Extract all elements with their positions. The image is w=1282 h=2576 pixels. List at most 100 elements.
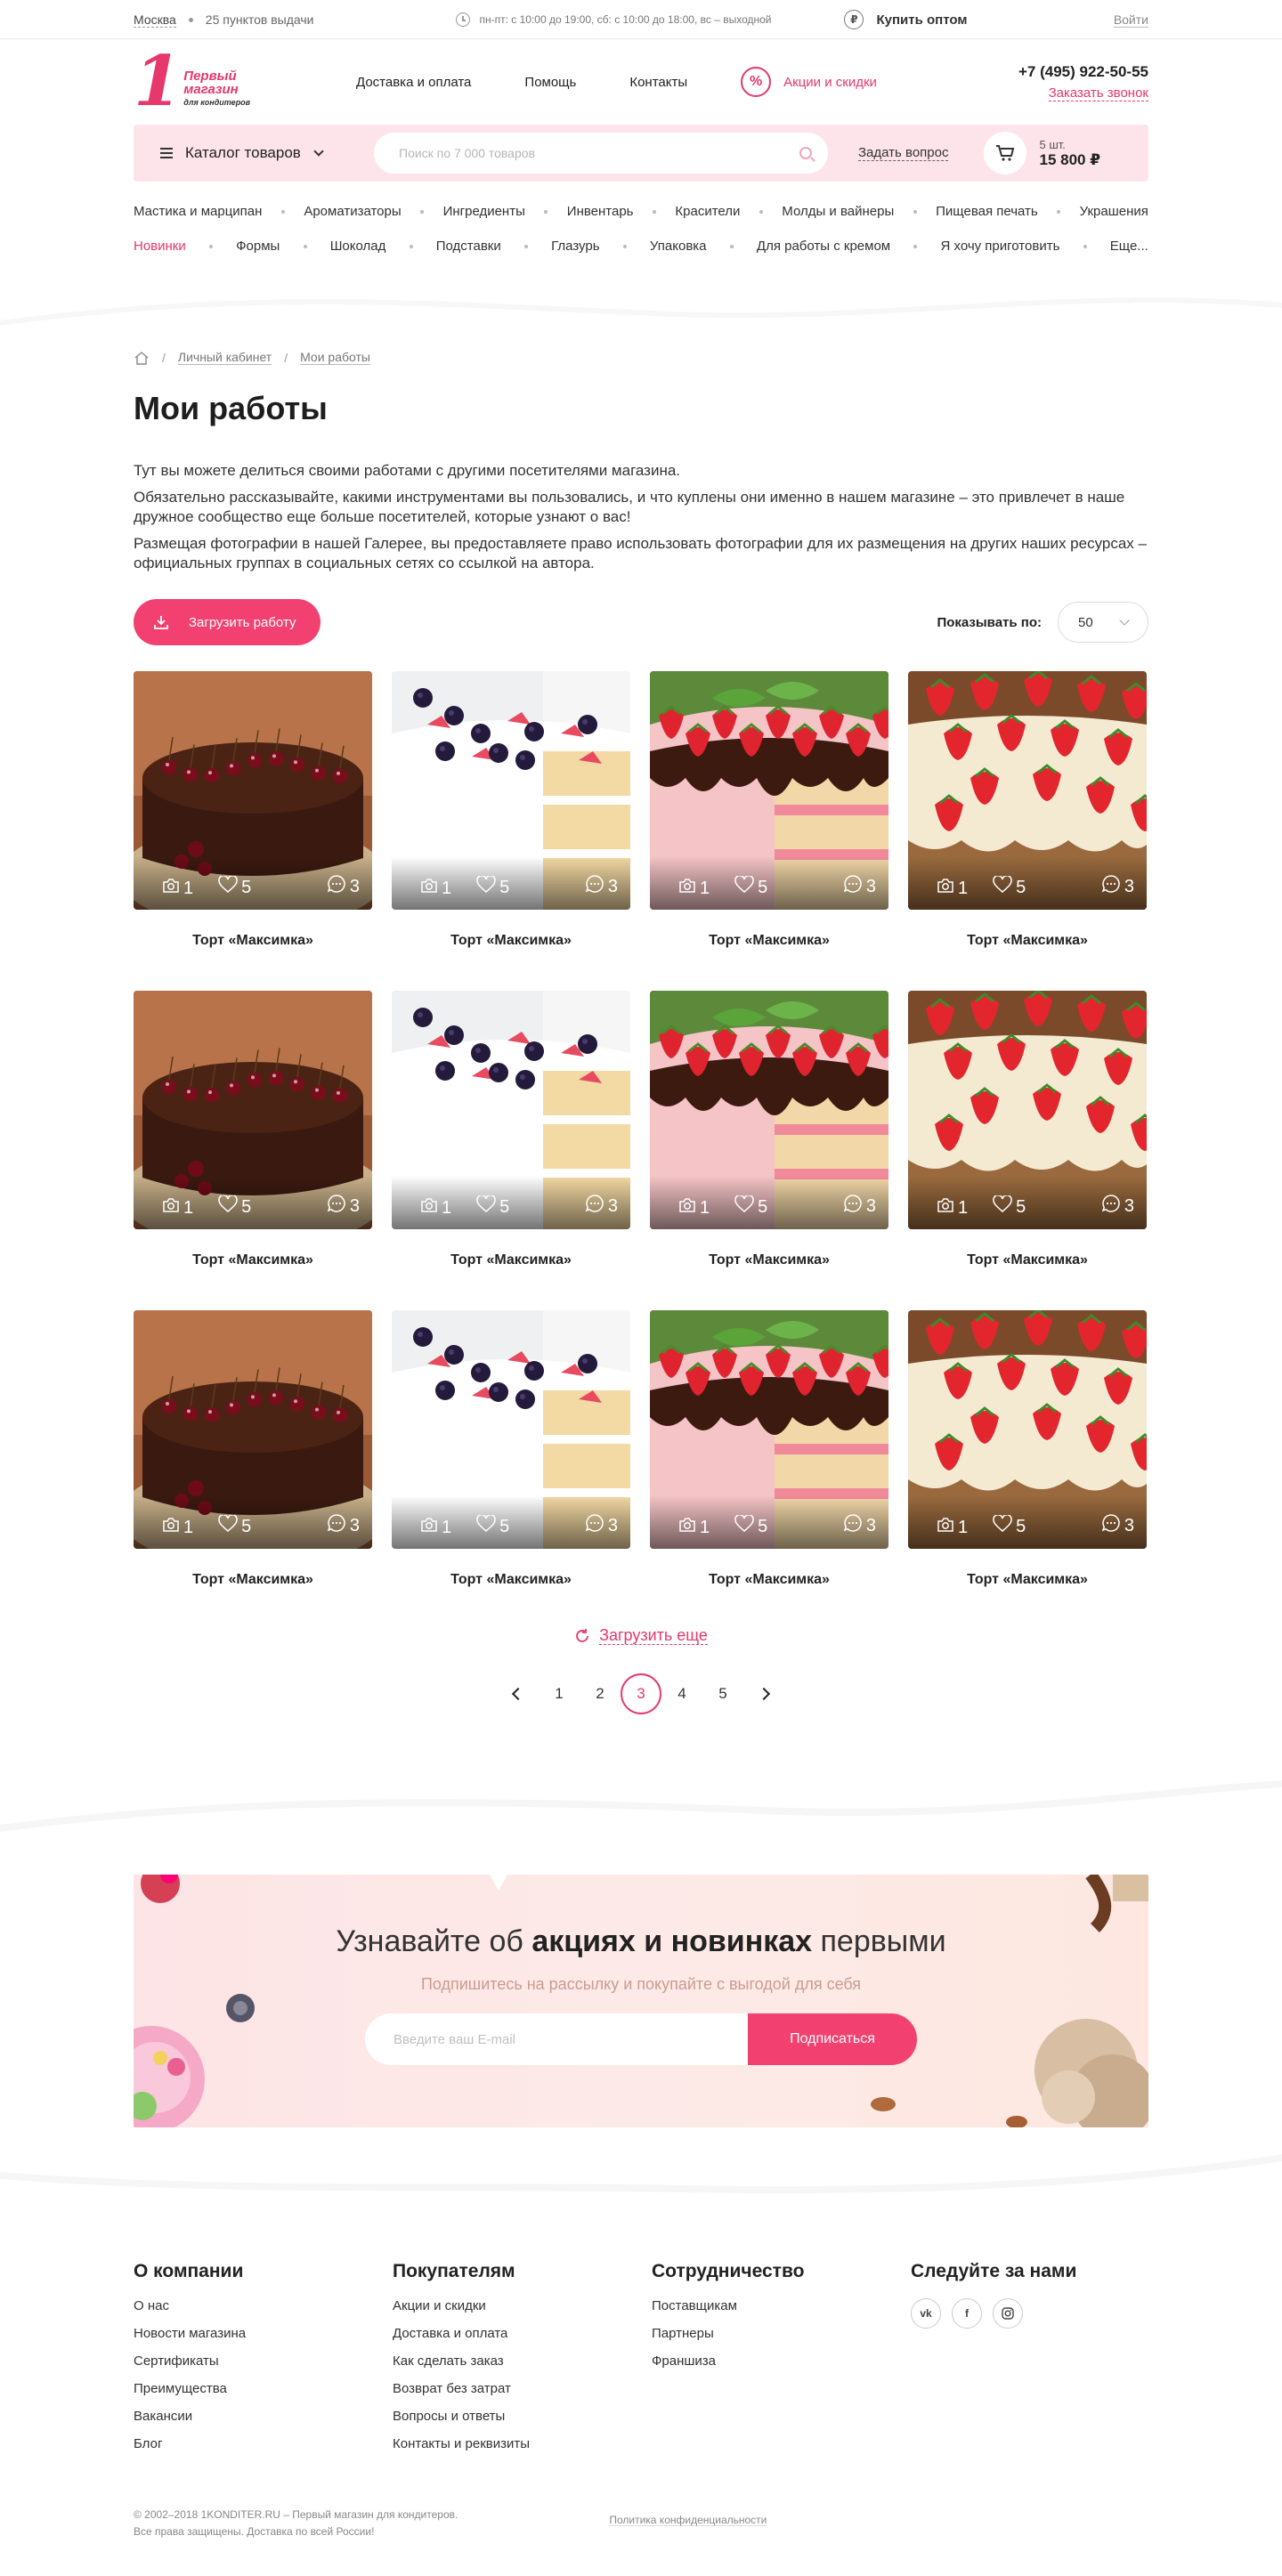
cart-button[interactable]: 5 шт. 15 800 ₽ [984, 132, 1100, 174]
page-button[interactable]: 4 [661, 1673, 702, 1714]
footer-link[interactable]: Партнеры [652, 2326, 714, 2341]
likes-count[interactable]: 5 [218, 1194, 251, 1219]
work-photo[interactable]: 1 5 3 [908, 1310, 1147, 1549]
pickup-points-link[interactable]: 25 пунктов выдачи [206, 12, 314, 27]
category-link[interactable]: Упаковка [650, 239, 707, 254]
work-photo[interactable]: 1 5 3 [392, 1310, 630, 1549]
likes-count[interactable]: 5 [993, 1513, 1026, 1538]
work-card[interactable]: 1 5 3 Торт «Максимка» [392, 671, 630, 991]
per-page-select[interactable]: 50 [1058, 602, 1148, 643]
category-link[interactable]: Ароматизаторы [304, 204, 401, 219]
promo-link[interactable]: % Акции и скидки [741, 67, 877, 97]
wholesale-link[interactable]: ₽ Купить оптом [844, 10, 967, 29]
work-photo[interactable]: 1 5 3 [908, 991, 1147, 1229]
category-link[interactable]: Мастика и марципан [134, 204, 262, 219]
footer-link[interactable]: Франшиза [652, 2353, 716, 2369]
likes-count[interactable]: 5 [476, 1194, 509, 1219]
footer-link[interactable]: Поставщикам [652, 2298, 737, 2313]
work-card[interactable]: 1 5 3 Торт «Максимка» [908, 991, 1147, 1310]
work-title[interactable]: Торт «Максимка» [134, 1252, 372, 1268]
category-link[interactable]: Шоколад [330, 239, 386, 254]
comments-count[interactable]: 3 [1101, 1513, 1134, 1538]
likes-count[interactable]: 5 [476, 874, 509, 899]
category-link[interactable]: Формы [236, 239, 280, 254]
facebook-icon[interactable]: f [952, 2298, 982, 2329]
work-title[interactable]: Торт «Максимка» [134, 933, 372, 949]
comments-count[interactable]: 3 [1101, 1194, 1134, 1219]
breadcrumb-account[interactable]: Личный кабинет [177, 351, 272, 365]
work-title[interactable]: Торт «Максимка» [650, 1252, 888, 1268]
comments-count[interactable]: 3 [843, 874, 876, 899]
work-card[interactable]: 1 5 3 Торт «Максимка» [134, 1310, 372, 1630]
page-button[interactable]: 5 [702, 1673, 743, 1714]
page-button[interactable]: 2 [580, 1673, 621, 1714]
comments-count[interactable]: 3 [585, 1513, 618, 1538]
work-photo[interactable]: 1 5 3 [908, 671, 1147, 910]
footer-link[interactable]: Как сделать заказ [393, 2353, 504, 2369]
comments-count[interactable]: 3 [327, 874, 360, 899]
work-photo[interactable]: 1 5 3 [134, 671, 372, 910]
category-link[interactable]: Ингредиенты [443, 204, 525, 219]
category-link[interactable]: Молды и вайнеры [782, 204, 894, 219]
work-card[interactable]: 1 5 3 Торт «Максимка» [650, 671, 888, 991]
page-button[interactable]: 1 [539, 1673, 580, 1714]
work-card[interactable]: 1 5 3 Торт «Максимка» [134, 991, 372, 1310]
footer-link[interactable]: Контакты и реквизиты [393, 2436, 530, 2451]
work-card[interactable]: 1 5 3 Торт «Максимка» [392, 991, 630, 1310]
comments-count[interactable]: 3 [585, 874, 618, 899]
instagram-icon[interactable] [993, 2298, 1023, 2329]
catalog-button[interactable]: Каталог товаров [160, 144, 374, 162]
category-link[interactable]: Красители [675, 204, 740, 219]
likes-count[interactable]: 5 [218, 874, 251, 899]
work-photo[interactable]: 1 5 3 [392, 671, 630, 910]
city-selector[interactable]: Москва [134, 12, 176, 28]
category-link[interactable]: Я хочу приготовить [940, 239, 1059, 254]
category-link[interactable]: Подставки [436, 239, 501, 254]
home-icon[interactable] [134, 351, 150, 365]
privacy-link[interactable]: Политика конфиденциальности [609, 2512, 767, 2526]
category-link[interactable]: Пищевая печать [936, 204, 1038, 219]
footer-link[interactable]: Доставка и оплата [393, 2326, 507, 2341]
work-card[interactable]: 1 5 3 Торт «Максимка» [134, 671, 372, 991]
work-card[interactable]: 1 5 3 Торт «Максимка» [392, 1310, 630, 1630]
footer-link[interactable]: Новости магазина [134, 2326, 246, 2341]
comments-count[interactable]: 3 [327, 1513, 360, 1538]
work-title[interactable]: Торт «Максимка» [392, 1572, 630, 1588]
comments-count[interactable]: 3 [1101, 874, 1134, 899]
work-photo[interactable]: 1 5 3 [650, 1310, 888, 1549]
work-card[interactable]: 1 5 3 Торт «Максимка» [650, 991, 888, 1310]
work-photo[interactable]: 1 5 3 [650, 991, 888, 1229]
prev-page-button[interactable] [498, 1673, 539, 1714]
ask-question-link[interactable]: Задать вопрос [858, 145, 949, 161]
comments-count[interactable]: 3 [327, 1194, 360, 1219]
comments-count[interactable]: 3 [585, 1194, 618, 1219]
vk-icon[interactable]: vk [911, 2298, 941, 2329]
work-title[interactable]: Торт «Максимка» [650, 1572, 888, 1588]
footer-link[interactable]: О нас [134, 2298, 169, 2313]
category-link[interactable]: Украшения [1080, 204, 1148, 219]
footer-link[interactable]: Вопросы и ответы [393, 2409, 505, 2424]
footer-link[interactable]: Акции и скидки [393, 2298, 486, 2313]
footer-link[interactable]: Блог [134, 2436, 162, 2451]
work-title[interactable]: Торт «Максимка» [650, 933, 888, 949]
work-card[interactable]: 1 5 3 Торт «Максимка» [908, 671, 1147, 991]
phone-number[interactable]: +7 (495) 922-50-55 [1018, 63, 1148, 81]
footer-link[interactable]: Сертификаты [134, 2353, 219, 2369]
nav-contacts[interactable]: Контакты [629, 75, 687, 90]
work-card[interactable]: 1 5 3 Торт «Максимка» [908, 1310, 1147, 1630]
work-title[interactable]: Торт «Максимка» [392, 933, 630, 949]
search-icon[interactable] [799, 147, 812, 159]
likes-count[interactable]: 5 [993, 874, 1026, 899]
search-input[interactable] [399, 146, 799, 160]
subscribe-button[interactable]: Подписаться [748, 2013, 917, 2065]
logo[interactable]: 1 Первый магазин для кондитеров [134, 47, 258, 117]
page-button[interactable]: 3 [621, 1673, 661, 1714]
category-link[interactable]: Инвентарь [567, 204, 634, 219]
breadcrumb-current[interactable]: Мои работы [300, 351, 370, 365]
work-photo[interactable]: 1 5 3 [134, 991, 372, 1229]
login-link[interactable]: Войти [1113, 12, 1148, 28]
likes-count[interactable]: 5 [476, 1513, 509, 1538]
next-page-button[interactable] [743, 1673, 784, 1714]
footer-link[interactable]: Преимущества [134, 2381, 227, 2396]
work-card[interactable]: 1 5 3 Торт «Максимка» [650, 1310, 888, 1630]
